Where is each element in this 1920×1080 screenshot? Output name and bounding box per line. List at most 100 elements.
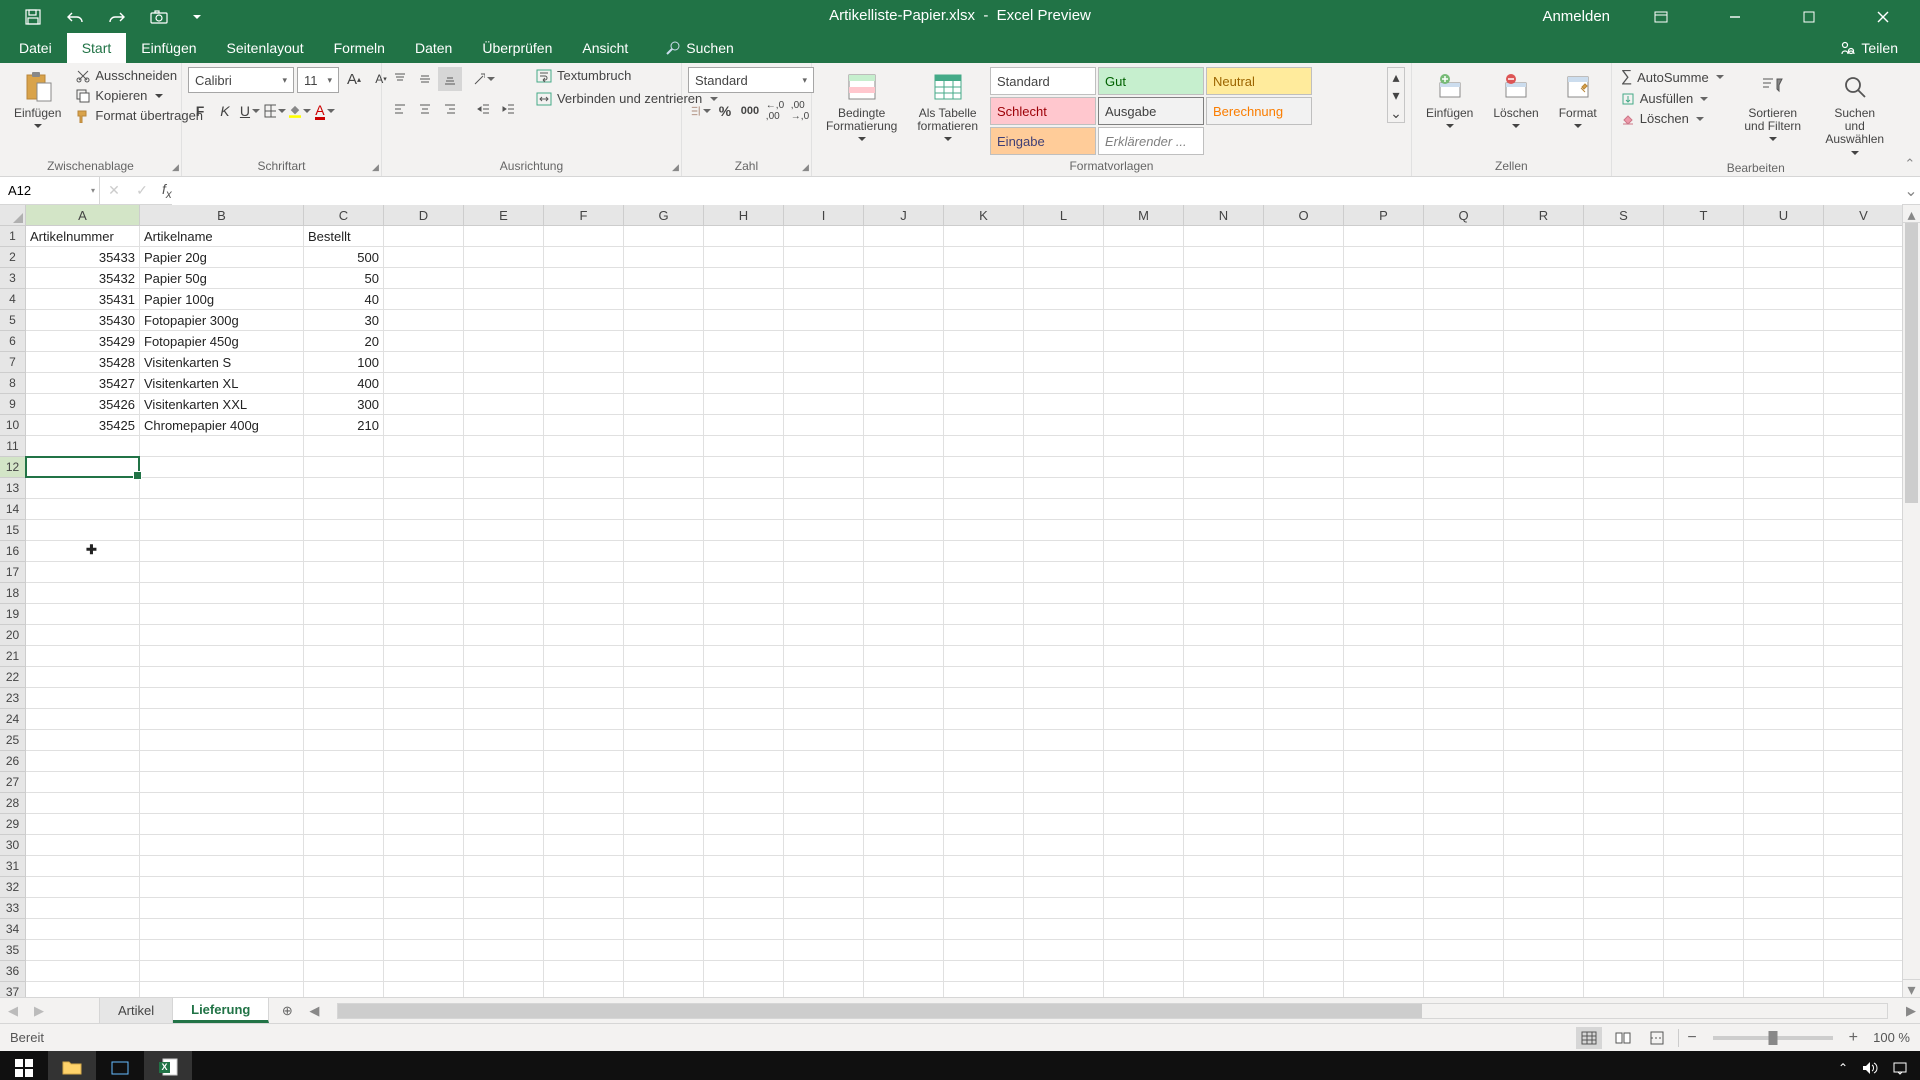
column-header-A[interactable]: A: [26, 205, 140, 226]
cell-D18[interactable]: [384, 583, 464, 604]
cell-U22[interactable]: [1744, 667, 1824, 688]
cell-D11[interactable]: [384, 436, 464, 457]
cell-N11[interactable]: [1184, 436, 1264, 457]
cell-K35[interactable]: [944, 940, 1024, 961]
cell-I11[interactable]: [784, 436, 864, 457]
cell-R11[interactable]: [1504, 436, 1584, 457]
cell-T9[interactable]: [1664, 394, 1744, 415]
cell-T27[interactable]: [1664, 772, 1744, 793]
normal-view-icon[interactable]: [1576, 1027, 1602, 1049]
cell-R26[interactable]: [1504, 751, 1584, 772]
alignment-dialog-launcher[interactable]: ◢: [672, 162, 679, 173]
cell-N31[interactable]: [1184, 856, 1264, 877]
cell-K33[interactable]: [944, 898, 1024, 919]
align-left-icon[interactable]: [388, 97, 412, 121]
cell-G2[interactable]: [624, 247, 704, 268]
cell-U1[interactable]: [1744, 226, 1824, 247]
select-all-button[interactable]: [0, 205, 26, 226]
cell-V33[interactable]: [1824, 898, 1904, 919]
styles-gallery-expand[interactable]: ⌄: [1388, 104, 1404, 122]
cell-A3[interactable]: 35432: [26, 268, 140, 289]
cell-B7[interactable]: Visitenkarten S: [140, 352, 304, 373]
cell-I26[interactable]: [784, 751, 864, 772]
cell-V23[interactable]: [1824, 688, 1904, 709]
cell-T11[interactable]: [1664, 436, 1744, 457]
cell-T15[interactable]: [1664, 520, 1744, 541]
cell-A4[interactable]: 35431: [26, 289, 140, 310]
cell-B32[interactable]: [140, 877, 304, 898]
cell-L5[interactable]: [1024, 310, 1104, 331]
camera-icon[interactable]: [150, 8, 168, 26]
cell-T13[interactable]: [1664, 478, 1744, 499]
cell-T2[interactable]: [1664, 247, 1744, 268]
cell-L26[interactable]: [1024, 751, 1104, 772]
cell-N18[interactable]: [1184, 583, 1264, 604]
cell-N20[interactable]: [1184, 625, 1264, 646]
zoom-slider[interactable]: [1713, 1036, 1833, 1040]
cell-P16[interactable]: [1344, 541, 1424, 562]
cell-N12[interactable]: [1184, 457, 1264, 478]
cell-H27[interactable]: [704, 772, 784, 793]
cell-L27[interactable]: [1024, 772, 1104, 793]
cell-C30[interactable]: [304, 835, 384, 856]
cell-Q21[interactable]: [1424, 646, 1504, 667]
cell-G29[interactable]: [624, 814, 704, 835]
cell-M26[interactable]: [1104, 751, 1184, 772]
cell-B26[interactable]: [140, 751, 304, 772]
cell-J15[interactable]: [864, 520, 944, 541]
cell-R10[interactable]: [1504, 415, 1584, 436]
cell-L14[interactable]: [1024, 499, 1104, 520]
cell-style-good[interactable]: Gut: [1098, 67, 1204, 95]
cell-Q14[interactable]: [1424, 499, 1504, 520]
cell-J6[interactable]: [864, 331, 944, 352]
cell-S28[interactable]: [1584, 793, 1664, 814]
cell-V14[interactable]: [1824, 499, 1904, 520]
cell-S14[interactable]: [1584, 499, 1664, 520]
cell-Q11[interactable]: [1424, 436, 1504, 457]
cell-R1[interactable]: [1504, 226, 1584, 247]
cell-O33[interactable]: [1264, 898, 1344, 919]
cell-E14[interactable]: [464, 499, 544, 520]
row-header-5[interactable]: 5: [0, 310, 26, 331]
cell-A13[interactable]: [26, 478, 140, 499]
cell-P18[interactable]: [1344, 583, 1424, 604]
cell-Q3[interactable]: [1424, 268, 1504, 289]
cell-T36[interactable]: [1664, 961, 1744, 982]
cell-O28[interactable]: [1264, 793, 1344, 814]
sheet-nav-prev[interactable]: ◀: [0, 998, 26, 1023]
cell-C2[interactable]: 500: [304, 247, 384, 268]
cell-G33[interactable]: [624, 898, 704, 919]
cell-K25[interactable]: [944, 730, 1024, 751]
cell-T16[interactable]: [1664, 541, 1744, 562]
cell-E16[interactable]: [464, 541, 544, 562]
cell-M37[interactable]: [1104, 982, 1184, 997]
cell-T33[interactable]: [1664, 898, 1744, 919]
percent-format-icon[interactable]: %: [713, 99, 737, 123]
cell-V12[interactable]: [1824, 457, 1904, 478]
cell-O37[interactable]: [1264, 982, 1344, 997]
cell-E3[interactable]: [464, 268, 544, 289]
cell-C10[interactable]: 210: [304, 415, 384, 436]
cell-M17[interactable]: [1104, 562, 1184, 583]
cell-P13[interactable]: [1344, 478, 1424, 499]
cell-Q31[interactable]: [1424, 856, 1504, 877]
zoom-level[interactable]: 100 %: [1866, 1030, 1910, 1045]
cell-O23[interactable]: [1264, 688, 1344, 709]
cell-R12[interactable]: [1504, 457, 1584, 478]
cell-L10[interactable]: [1024, 415, 1104, 436]
hscroll-right[interactable]: ▶: [1906, 1003, 1916, 1019]
tab-data[interactable]: Daten: [400, 33, 467, 63]
cell-M10[interactable]: [1104, 415, 1184, 436]
cell-G16[interactable]: [624, 541, 704, 562]
cell-M22[interactable]: [1104, 667, 1184, 688]
cell-D16[interactable]: [384, 541, 464, 562]
cell-N25[interactable]: [1184, 730, 1264, 751]
column-header-P[interactable]: P: [1344, 205, 1424, 226]
cell-I36[interactable]: [784, 961, 864, 982]
cell-L13[interactable]: [1024, 478, 1104, 499]
cell-N4[interactable]: [1184, 289, 1264, 310]
cell-G19[interactable]: [624, 604, 704, 625]
cell-Q23[interactable]: [1424, 688, 1504, 709]
tab-review[interactable]: Überprüfen: [467, 33, 567, 63]
cell-style-calc[interactable]: Berechnung: [1206, 97, 1312, 125]
